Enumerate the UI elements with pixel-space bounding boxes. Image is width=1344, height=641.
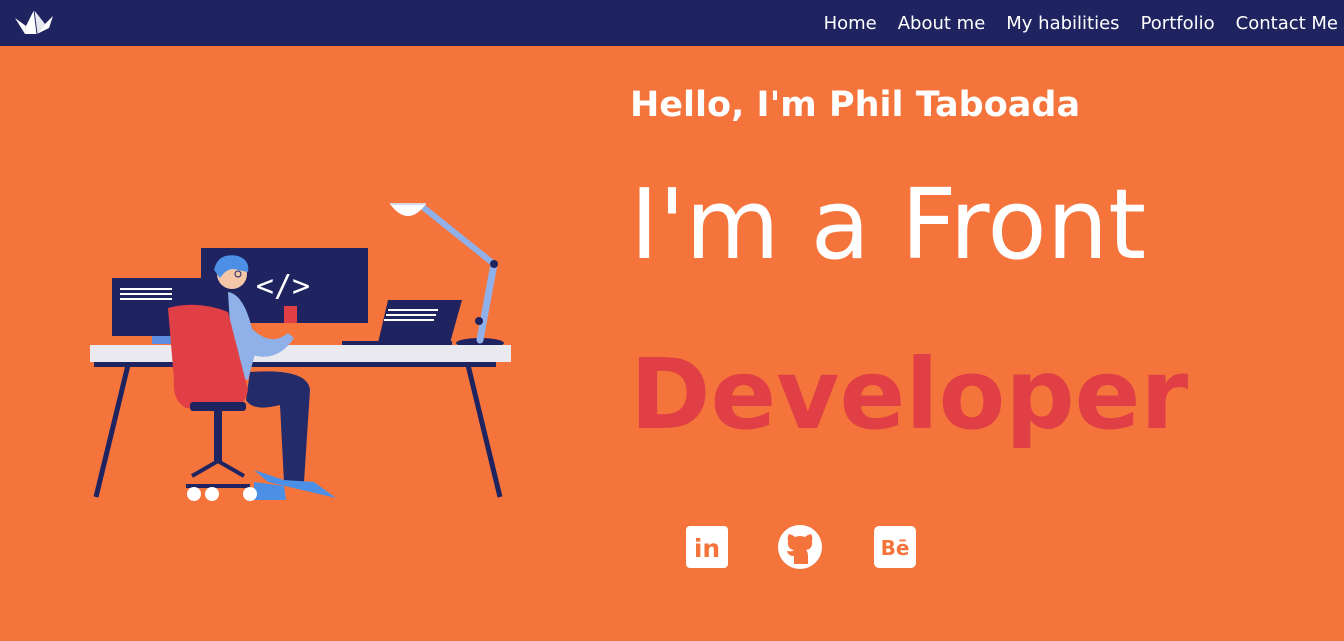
nav-links: Home About me My habilities Portfolio Co… [803, 0, 1338, 46]
svg-text:</>: </> [256, 269, 310, 304]
linkedin-icon[interactable]: in [685, 525, 729, 569]
hero-title-line2: Developer [630, 338, 1189, 451]
navbar: Home About me My habilities Portfolio Co… [0, 0, 1344, 46]
hero-title-line1: I'm a Front [630, 168, 1147, 281]
origami-crane-icon[interactable] [13, 6, 55, 38]
nav-link-portfolio[interactable]: Portfolio [1141, 13, 1215, 34]
developer-at-desk-illustration: </> [88, 200, 513, 505]
github-icon[interactable] [778, 525, 822, 569]
nav-link-home[interactable]: Home [824, 13, 877, 34]
nav-link-about[interactable]: About me [898, 13, 986, 34]
behance-icon-label: Bē [881, 536, 910, 560]
linkedin-icon-label: in [694, 534, 720, 563]
behance-icon[interactable]: Bē [873, 525, 917, 569]
nav-link-habilities[interactable]: My habilities [1006, 13, 1119, 34]
hero-greeting: Hello, I'm Phil Taboada [630, 85, 1081, 125]
nav-link-contact[interactable]: Contact Me [1236, 13, 1338, 34]
